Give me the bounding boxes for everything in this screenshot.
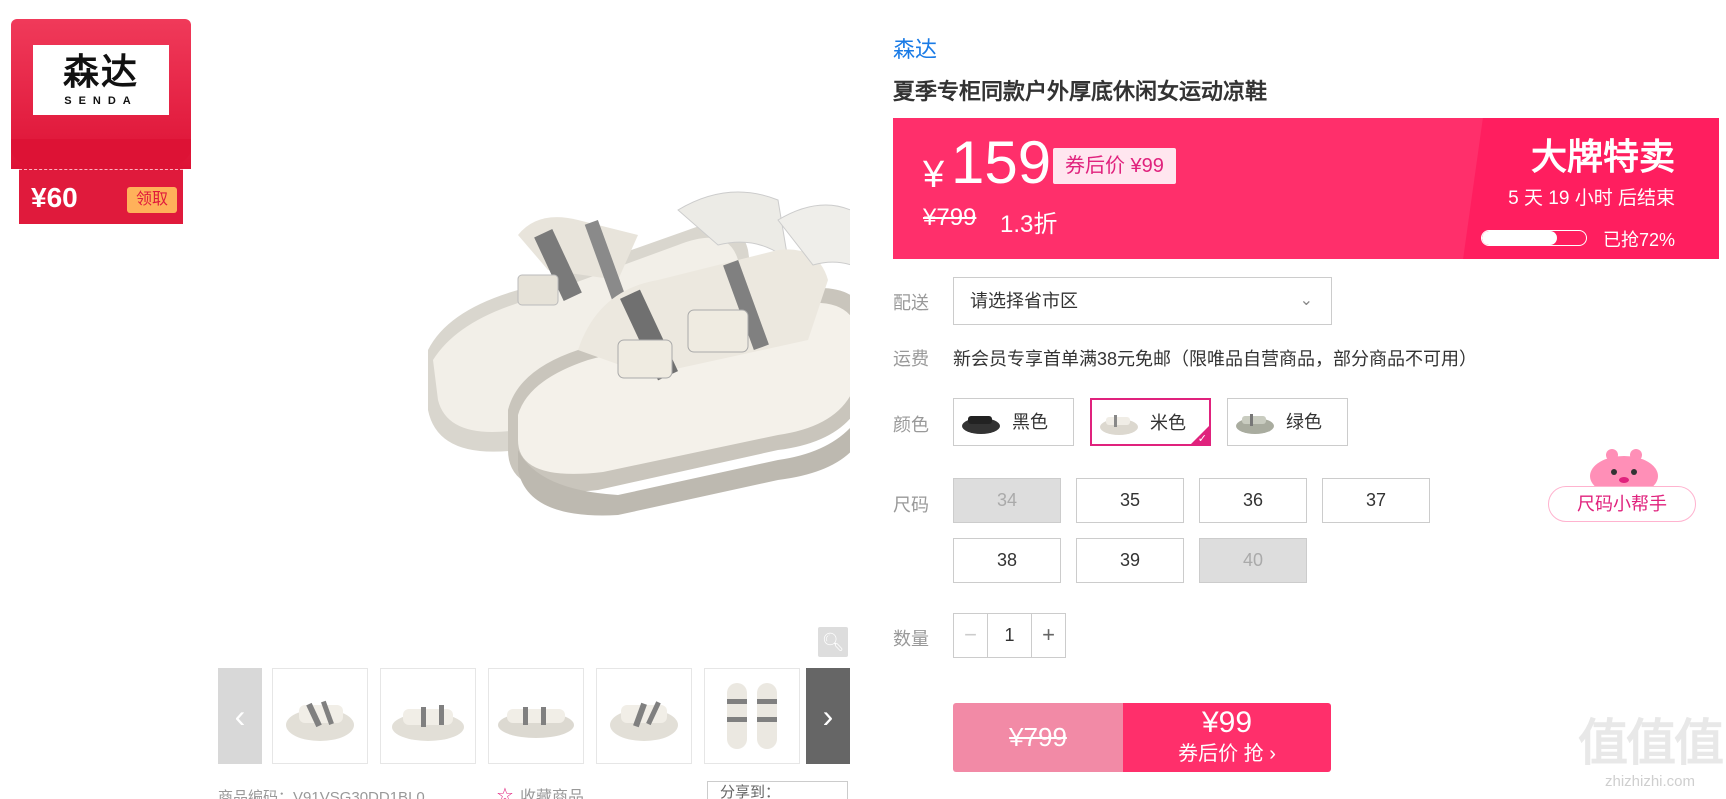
color-option-label: 黑色 xyxy=(1012,412,1048,432)
thumbnail-image xyxy=(392,705,464,741)
thumbnail-image xyxy=(286,700,354,741)
shipping-label: 运费 xyxy=(893,349,929,369)
chevron-down-icon: ⌄ xyxy=(1299,292,1313,309)
check-icon: ✓ xyxy=(1197,433,1207,445)
brand-logo-cn: 森达 xyxy=(62,52,139,93)
quantity-stepper[interactable]: − 1 + xyxy=(953,613,1066,658)
sale-title: 大牌特卖 xyxy=(1530,136,1675,177)
buy-now-block[interactable]: ¥99 券后价 抢 › xyxy=(1123,703,1331,772)
buy-original-price-block: ¥799 xyxy=(953,703,1123,772)
coupon-badge[interactable]: 森达 SENDA ¥60 领取 xyxy=(11,19,191,224)
watermark-url: zhizhizhi.com xyxy=(1604,773,1696,790)
share-label: 分享到： xyxy=(720,784,781,799)
magnifier-icon: 🔍︎ xyxy=(821,632,845,652)
price-banner: ¥ 159 券后价 ¥99 ¥799 1.3折 大牌特卖 5 天 19 小时 后… xyxy=(893,118,1719,259)
sku-code: 商品编码：V91VSG30DD1BL0 xyxy=(218,789,425,799)
brand-logo-en: SENDA xyxy=(64,95,138,107)
thumbnail-2[interactable] xyxy=(380,668,476,764)
favorite-label: 收藏商品 xyxy=(519,789,584,799)
color-swatch-image xyxy=(962,416,1000,434)
shipping-info: 新会员专享首单满38元免邮（限唯品自营商品，部分商品不可用） xyxy=(953,349,1478,369)
buy-cta-label: 券后价 抢 › xyxy=(1178,743,1276,765)
size-option-34[interactable]: 34 xyxy=(953,478,1061,523)
size-option-36[interactable]: 36 xyxy=(1199,478,1307,523)
size-option-37[interactable]: 37 xyxy=(1322,478,1430,523)
star-icon: ☆ xyxy=(496,785,514,799)
sold-progress-bar xyxy=(1481,230,1587,246)
thumbnail-1[interactable] xyxy=(272,668,368,764)
color-option-black[interactable]: 黑色 xyxy=(953,398,1074,446)
quantity-value[interactable]: 1 xyxy=(988,614,1031,657)
color-label: 颜色 xyxy=(893,415,929,435)
coupon-footer: ¥60 领取 xyxy=(19,169,183,224)
size-option-40[interactable]: 40 xyxy=(1199,538,1307,583)
color-swatch-image xyxy=(1236,414,1274,434)
product-title: 夏季专柜同款户外厚底休闲女运动凉鞋 xyxy=(893,79,1268,104)
size-label: 尺码 xyxy=(893,495,929,515)
share-dropdown[interactable]: 分享到： xyxy=(707,781,848,799)
size-option-39[interactable]: 39 xyxy=(1076,538,1184,583)
thumbnail-5[interactable] xyxy=(704,668,800,764)
size-option-35[interactable]: 35 xyxy=(1076,478,1184,523)
chevron-left-icon: ‹ xyxy=(234,698,246,734)
size-helper[interactable]: 尺码小帮手 xyxy=(1548,446,1698,524)
watermark-logo: 值值值 xyxy=(1578,715,1724,771)
increase-button[interactable]: + xyxy=(1031,614,1065,657)
zoom-button[interactable]: 🔍︎ xyxy=(818,627,848,657)
thumbnail-next-button[interactable]: › xyxy=(806,668,850,764)
sale-countdown: 5 天 19 小时 后结束 xyxy=(1508,188,1675,209)
color-option-label: 米色 xyxy=(1150,413,1186,433)
chevron-right-icon: › xyxy=(822,698,834,734)
brand-link[interactable]: 森达 xyxy=(893,32,937,64)
quantity-label: 数量 xyxy=(893,629,929,649)
after-coupon-badge: 券后价 ¥99 xyxy=(1053,148,1176,184)
main-product-image[interactable] xyxy=(218,20,879,650)
currency-symbol: ¥ xyxy=(923,154,945,196)
thumbnail-image xyxy=(498,707,574,738)
buy-button[interactable]: ¥799 ¥99 券后价 抢 › xyxy=(953,703,1331,772)
color-option-label: 绿色 xyxy=(1286,412,1322,432)
delivery-label: 配送 xyxy=(893,293,929,313)
sandal-image xyxy=(428,191,879,516)
buy-original-price: ¥799 xyxy=(1009,722,1067,752)
region-select[interactable]: 请选择省市区 ⌄ xyxy=(953,277,1332,325)
sold-progress-label: 已抢72% xyxy=(1602,230,1675,250)
watermark: 值值值 zhizhizhi.com xyxy=(1576,712,1724,796)
thumbnail-image xyxy=(727,683,777,749)
buy-price: ¥99 xyxy=(1201,706,1253,739)
sold-progress-fill xyxy=(1482,231,1557,245)
claim-coupon-button[interactable]: 领取 xyxy=(127,187,177,213)
current-price: 159 xyxy=(951,129,1052,196)
original-price: ¥799 xyxy=(923,204,977,231)
thumbnail-prev-button[interactable]: ‹ xyxy=(218,668,262,764)
size-option-38[interactable]: 38 xyxy=(953,538,1061,583)
discount-rate: 1.3折 xyxy=(1000,211,1058,238)
color-option-beige[interactable]: 米色 ✓ xyxy=(1090,398,1211,446)
favorite-button[interactable]: ☆ 收藏商品 xyxy=(496,783,584,799)
thumbnail-image xyxy=(610,701,678,741)
color-swatch-image xyxy=(1100,415,1138,435)
size-helper-label: 尺码小帮手 xyxy=(1548,486,1696,522)
region-select-value: 请选择省市区 xyxy=(970,291,1078,311)
decrease-button[interactable]: − xyxy=(954,614,988,657)
coupon-amount: ¥60 xyxy=(31,182,78,213)
thumbnail-4[interactable] xyxy=(596,668,692,764)
thumbnail-3[interactable] xyxy=(488,668,584,764)
brand-logo: 森达 SENDA xyxy=(33,45,169,115)
color-option-green[interactable]: 绿色 xyxy=(1227,398,1348,446)
